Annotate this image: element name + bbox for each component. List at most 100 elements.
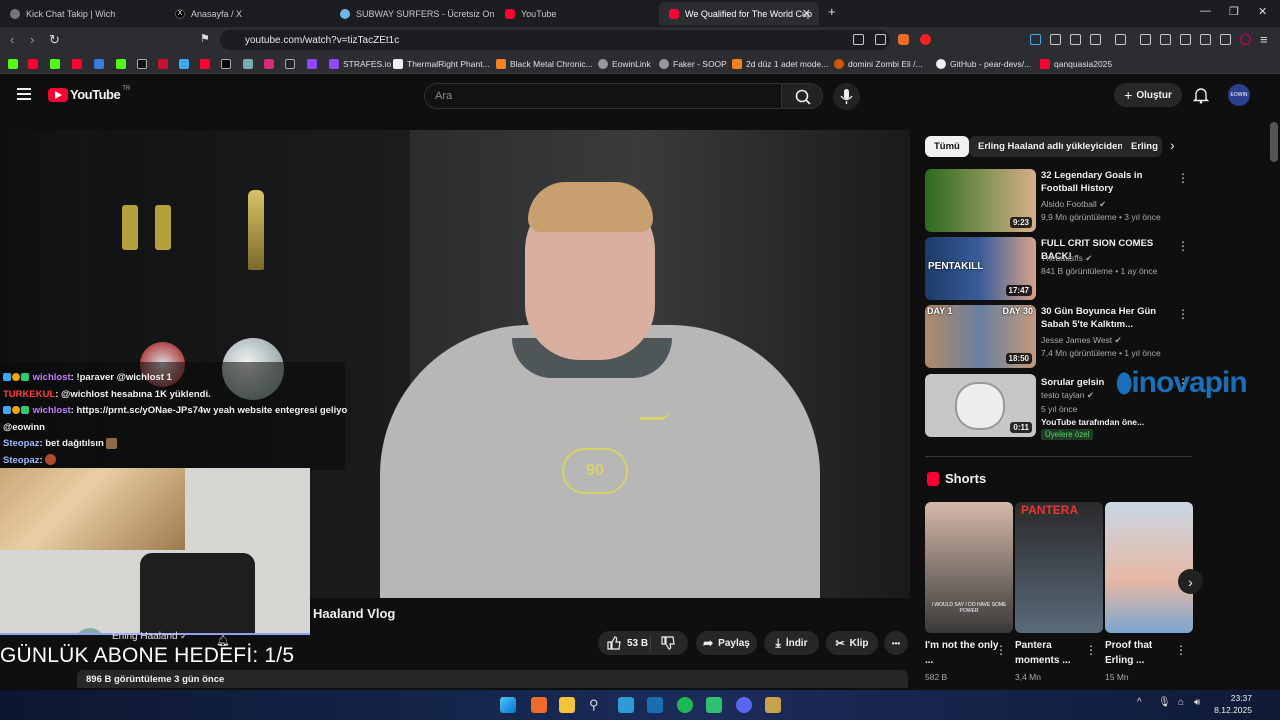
create-button[interactable]: + Oluştur: [1114, 83, 1182, 107]
clip-button[interactable]: ✂ Klip: [826, 631, 878, 655]
tab-x[interactable]: X Anasayfa / X: [165, 2, 330, 25]
avatar[interactable]: EOWIN: [1228, 84, 1250, 106]
app-icon[interactable]: [765, 697, 781, 713]
bookmark-icon-only[interactable]: [179, 57, 193, 70]
more-vert-icon[interactable]: ⋮: [1177, 171, 1189, 185]
description-box[interactable]: 896 B görüntüleme 3 gün önce: [77, 670, 908, 688]
volume-icon[interactable]: 🔊︎: [1194, 697, 1200, 708]
short-thumbnail[interactable]: [1105, 502, 1193, 633]
bookmark-icon-only[interactable]: [28, 57, 42, 70]
bookmark-2d[interactable]: 2d düz 1 adet mode...: [732, 57, 828, 70]
bookmark-thermalright[interactable]: ThermalRight Phant...: [393, 57, 490, 70]
voice-search-button[interactable]: [833, 83, 860, 110]
video-thumbnail[interactable]: DAY 1 DAY 30 18:50: [925, 305, 1036, 368]
maximize-button[interactable]: ❐: [1229, 5, 1239, 18]
rewards-icon[interactable]: [920, 34, 931, 45]
spotify-icon[interactable]: [677, 697, 693, 713]
dislike-button[interactable]: [661, 636, 675, 653]
cast-icon[interactable]: [853, 34, 864, 45]
short-title[interactable]: Pantera moments ...: [1015, 638, 1090, 668]
more-vert-icon[interactable]: ⋮: [1175, 643, 1187, 657]
hamburger-menu-icon[interactable]: [17, 88, 31, 100]
leo-icon[interactable]: [1200, 34, 1211, 45]
video-thumbnail[interactable]: PENTAKILL 17:47: [925, 237, 1036, 300]
more-actions-button[interactable]: •••: [884, 631, 908, 655]
extension-icon[interactable]: [1050, 34, 1061, 45]
back-button[interactable]: ‹: [10, 32, 14, 47]
bookmark-domini[interactable]: domini Zombi Eli /...: [834, 57, 923, 70]
notifications-button[interactable]: [1192, 87, 1210, 109]
system-clock[interactable]: 23:37 8.12.2025: [1214, 692, 1252, 716]
extension-icon[interactable]: [1070, 34, 1081, 45]
bookmark-faker[interactable]: Faker - SOOP: [659, 57, 727, 70]
app-icon[interactable]: [706, 697, 722, 713]
more-vert-icon[interactable]: ⋮: [995, 643, 1007, 657]
recommended-video[interactable]: 9:23 32 Legendary Goals in Football Hist…: [925, 169, 1195, 233]
minimize-button[interactable]: —: [1200, 5, 1211, 17]
tab-subway-surfers[interactable]: SUBWAY SURFERS - Ücretsiz Online O: [330, 2, 495, 25]
recommended-video[interactable]: PENTAKILL 17:47 FULL CRIT SION COMES BAC…: [925, 237, 1195, 301]
download-button[interactable]: ⤓ İndir: [764, 631, 819, 655]
video-thumbnail[interactable]: 0:11: [925, 374, 1036, 437]
bookmark-strafes[interactable]: STRAFES.io: [329, 57, 391, 70]
bookmark-icon-only[interactable]: [285, 57, 299, 70]
like-button[interactable]: 53 B: [607, 636, 648, 650]
close-tab-icon[interactable]: ✕: [802, 7, 811, 20]
channel-name[interactable]: Erling Haaland ✔: [112, 631, 187, 642]
bookmark-icon-only[interactable]: [94, 57, 108, 70]
forward-button[interactable]: ›: [30, 32, 34, 47]
recommended-video[interactable]: DAY 1 DAY 30 18:50 30 Gün Boyunca Her Gü…: [925, 305, 1195, 369]
chip-erling[interactable]: Erling: [1122, 136, 1162, 157]
store-icon[interactable]: [618, 697, 634, 713]
short-title[interactable]: Proof that Erling ...: [1105, 638, 1180, 668]
bookmark-icon-only[interactable]: [243, 57, 257, 70]
menu-icon[interactable]: ≡: [1260, 32, 1268, 47]
extension-icon[interactable]: [1030, 34, 1041, 45]
share-icon[interactable]: [875, 34, 886, 45]
bookmark-icon[interactable]: ⚑: [200, 32, 210, 45]
discord-icon[interactable]: [736, 697, 752, 713]
scrollbar[interactable]: [1270, 120, 1278, 688]
tab-youtube[interactable]: YouTube: [495, 2, 660, 25]
chip-from-uploader[interactable]: Erling Haaland adlı yükleyiciden: [969, 136, 1133, 157]
bookmark-eowinlink[interactable]: EowinLink: [598, 57, 651, 70]
video-thumbnail[interactable]: 9:23: [925, 169, 1036, 232]
chevron-right-icon[interactable]: ›: [1170, 137, 1175, 153]
pin-icon[interactable]: ⚲: [589, 697, 605, 713]
shorts-next-button[interactable]: ›: [1178, 569, 1203, 594]
more-vert-icon[interactable]: ⋮: [1177, 239, 1189, 253]
youtube-logo[interactable]: YouTube TR: [48, 86, 130, 102]
profile-icon[interactable]: [1240, 34, 1251, 45]
steam-icon[interactable]: [647, 697, 663, 713]
network-icon[interactable]: ⌂: [1178, 697, 1184, 708]
wallet-icon[interactable]: [1180, 34, 1191, 45]
windows-start-icon[interactable]: [500, 697, 516, 713]
search-button[interactable]: [781, 83, 823, 109]
address-bar[interactable]: youtube.com/watch?v=tizTacZEt1c: [220, 30, 890, 50]
music-icon[interactable]: [1140, 34, 1151, 45]
short-thumbnail[interactable]: I WOULD SAY I DO HAVE SOME POWER: [925, 502, 1013, 633]
microphone-icon[interactable]: 🎙︎: [1158, 697, 1171, 708]
chip-all[interactable]: Tümü: [925, 136, 969, 157]
folder-icon[interactable]: [559, 697, 575, 713]
close-window-button[interactable]: ✕: [1258, 5, 1267, 18]
puzzle-icon[interactable]: [1090, 34, 1101, 45]
bookmark-icon-only[interactable]: [8, 57, 22, 70]
bookmark-qanquasia[interactable]: qanquasia2025: [1040, 57, 1112, 70]
bookmark-icon-only[interactable]: [221, 57, 235, 70]
bookmark-icon-only[interactable]: [158, 57, 172, 70]
brave-shield-icon[interactable]: [898, 34, 909, 45]
chevron-up-icon[interactable]: ^: [1137, 697, 1142, 708]
reload-button[interactable]: ↻: [49, 32, 60, 48]
subscribe-bell-icon[interactable]: 🔔︎: [216, 634, 230, 647]
bookmark-icon-only[interactable]: [264, 57, 278, 70]
search-input[interactable]: Ara: [424, 83, 781, 109]
bookmark-icon-only[interactable]: [200, 57, 214, 70]
share-button[interactable]: ➦ Paylaş: [696, 631, 757, 655]
vpn-icon[interactable]: [1220, 34, 1231, 45]
bookmark-icon-only[interactable]: [137, 57, 151, 70]
recommended-title[interactable]: 32 Legendary Goals in Football History: [1041, 169, 1181, 195]
extension-icon[interactable]: [1115, 34, 1126, 45]
new-tab-button[interactable]: +: [828, 4, 836, 19]
brave-icon[interactable]: [531, 697, 547, 713]
